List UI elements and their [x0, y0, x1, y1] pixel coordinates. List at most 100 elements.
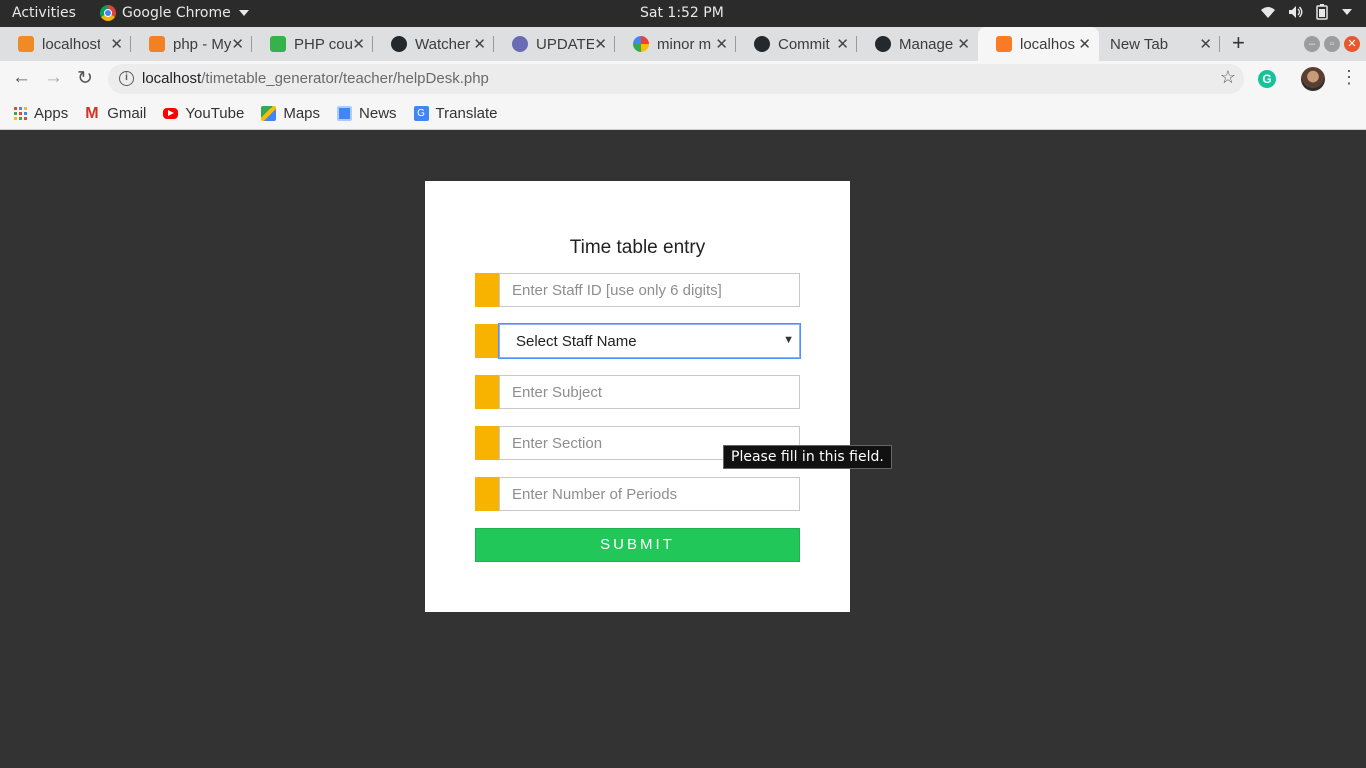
youtube-icon: [163, 107, 179, 119]
tab-localhost-active[interactable]: localhos ✕: [978, 27, 1099, 61]
url-text[interactable]: localhost/timetable_generator/teacher/he…: [142, 70, 489, 87]
site-info-icon[interactable]: i: [119, 71, 134, 86]
tab-label: minor m: [657, 35, 712, 53]
gmail-icon: M: [85, 104, 99, 122]
validation-tooltip: Please fill in this field.: [723, 445, 892, 469]
staff-name-row: Select Staff Name ▼: [475, 324, 800, 358]
tab-php-course[interactable]: PHP cou ✕: [252, 27, 373, 61]
github-icon: [875, 36, 891, 52]
field-accent-bar: [475, 273, 499, 307]
tab-commit[interactable]: Commit ✕: [736, 27, 857, 61]
tab-label: UPDATE: [536, 35, 594, 53]
tab-label: Watcher: [415, 35, 471, 53]
close-icon[interactable]: ✕: [110, 35, 123, 53]
bookmark-label: Maps: [283, 104, 321, 122]
tab-update[interactable]: UPDATE ✕: [494, 27, 615, 61]
browser-toolbar: ← → ↻ i localhost/timetable_generator/te…: [0, 61, 1366, 97]
close-icon[interactable]: ✕: [957, 35, 970, 53]
tab-watchers[interactable]: Watcher ✕: [373, 27, 494, 61]
close-icon[interactable]: ✕: [352, 35, 365, 53]
tab-label: Manage: [899, 35, 954, 53]
maximize-icon[interactable]: ▫: [1324, 36, 1340, 52]
tab-php-my[interactable]: php - My ✕: [131, 27, 252, 61]
bookmark-label: Apps: [34, 104, 69, 122]
timetable-entry-card: Time table entry Select Staff Name ▼ SUB…: [425, 181, 850, 612]
subject-input[interactable]: [499, 375, 800, 409]
system-tray[interactable]: [1260, 4, 1352, 20]
close-icon[interactable]: ✕: [1078, 35, 1091, 53]
reload-icon[interactable]: ↻: [77, 67, 93, 90]
form-title: Time table entry: [569, 237, 706, 258]
course-icon: [270, 36, 286, 52]
bookmark-translate[interactable]: G Translate: [413, 104, 498, 122]
tab-manage[interactable]: Manage ✕: [857, 27, 978, 61]
battery-icon: [1316, 4, 1328, 20]
bookmark-star-icon[interactable]: ☆: [1220, 67, 1236, 88]
tab-label: localhos: [1020, 35, 1076, 53]
back-arrow-icon[interactable]: ←: [12, 67, 31, 89]
stackoverflow-icon: [149, 36, 165, 52]
github-icon: [754, 36, 770, 52]
close-icon[interactable]: ✕: [231, 35, 244, 53]
grammarly-extension-icon[interactable]: G: [1258, 70, 1276, 88]
url-host: localhost: [142, 70, 202, 87]
bookmark-news[interactable]: News: [337, 105, 397, 122]
activities-button[interactable]: Activities: [12, 5, 76, 21]
close-icon[interactable]: ✕: [473, 35, 486, 53]
translate-icon: G: [413, 105, 429, 121]
google-icon: [633, 36, 649, 52]
bookmark-label: Translate: [435, 104, 498, 122]
menu-kebab-icon[interactable]: ⋮: [1340, 67, 1358, 88]
tab-strip: localhost ✕ php - My ✕ PHP cou ✕ Watcher…: [0, 27, 1366, 61]
minimize-icon[interactable]: –: [1304, 36, 1320, 52]
tab-localhost-1[interactable]: localhost ✕: [0, 27, 131, 61]
forward-arrow-icon[interactable]: →: [44, 67, 63, 89]
window-controls: – ▫ ✕: [1304, 36, 1360, 52]
bookmark-gmail[interactable]: M Gmail: [85, 105, 146, 122]
tab-minor[interactable]: minor m ✕: [615, 27, 736, 61]
clock[interactable]: Sat 1:52 PM: [640, 5, 724, 21]
close-icon[interactable]: ✕: [715, 35, 728, 53]
tab-label: localhost: [42, 35, 100, 53]
staff-name-select[interactable]: Select Staff Name ▼: [499, 324, 800, 358]
staff-name-selected-value: Select Staff Name: [516, 333, 637, 350]
close-icon[interactable]: ✕: [836, 35, 849, 53]
dropdown-arrow-icon: ▼: [783, 334, 794, 346]
github-icon: [391, 36, 407, 52]
close-icon[interactable]: ✕: [1199, 35, 1212, 53]
bookmarks-bar: Apps M Gmail YouTube Maps News G Transla…: [0, 97, 1366, 130]
url-path: /timetable_generator/teacher/helpDesk.ph…: [201, 70, 489, 87]
volume-icon: [1289, 6, 1303, 18]
bookmark-label: YouTube: [185, 104, 245, 122]
subject-row: [475, 375, 800, 409]
app-menu-label: Google Chrome: [122, 5, 231, 21]
tab-label: PHP cou: [294, 35, 352, 53]
maps-icon: [261, 105, 277, 121]
periods-input[interactable]: [499, 477, 800, 511]
tab-label: New Tab: [1110, 35, 1169, 53]
tab-label: Commit: [778, 35, 830, 53]
bookmark-label: Gmail: [107, 104, 147, 122]
system-menu-chevron-icon: [1342, 9, 1352, 15]
close-icon[interactable]: ✕: [594, 35, 607, 53]
wifi-icon: [1261, 7, 1275, 18]
bookmark-youtube[interactable]: YouTube: [163, 105, 244, 122]
window-close-icon[interactable]: ✕: [1344, 36, 1360, 52]
field-accent-bar: [475, 477, 499, 511]
bookmark-apps[interactable]: Apps: [14, 105, 68, 122]
staff-id-input[interactable]: [499, 273, 800, 307]
field-accent-bar: [475, 324, 499, 358]
new-tab-plus-icon[interactable]: +: [1232, 30, 1245, 56]
tab-new-tab[interactable]: New Tab ✕: [1099, 27, 1220, 61]
bookmark-maps[interactable]: Maps: [261, 105, 320, 122]
tab-label: php - My: [173, 35, 231, 53]
apps-grid-icon: [14, 106, 27, 120]
php-icon: [512, 36, 528, 52]
address-bar[interactable]: i localhost/timetable_generator/teacher/…: [108, 64, 1244, 94]
chevron-down-icon: [238, 10, 249, 16]
xampp-icon: [18, 36, 34, 52]
submit-button[interactable]: SUBMIT: [475, 528, 800, 562]
profile-avatar[interactable]: [1301, 67, 1325, 91]
system-top-bar: Activities Google Chrome Sat 1:52 PM: [0, 0, 1366, 27]
app-menu[interactable]: Google Chrome: [100, 5, 249, 21]
